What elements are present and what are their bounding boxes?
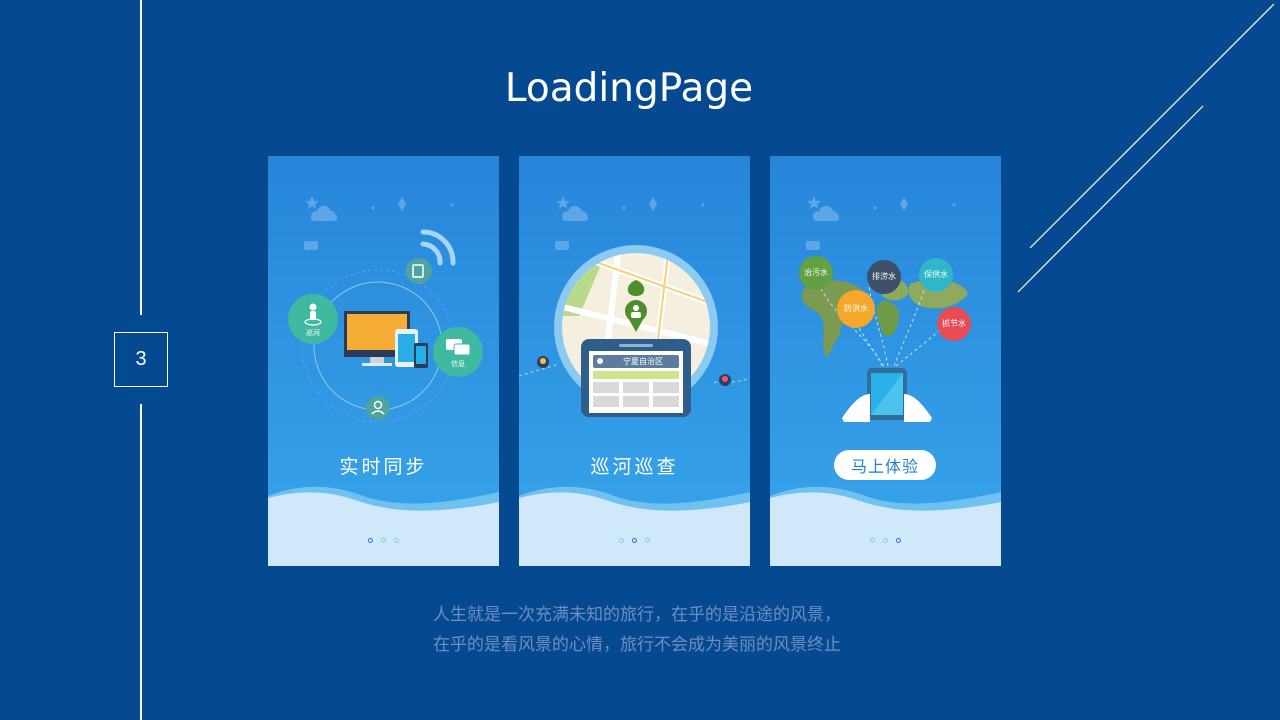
caption-line-2: 在乎的是看风景的心情，旅行不会成为美丽的风景终止 [433, 635, 841, 655]
loading-screen-sync: 巡河 信息 实时同步 [268, 156, 499, 566]
bubble-pailaoshui: 排涝水 [872, 272, 896, 281]
bubble-zhiwushui: 治污水 [804, 268, 828, 277]
screen-label-sync: 实时同步 [339, 456, 428, 478]
water-management-illustration [770, 196, 1001, 566]
bubble-zhuajieshui: 抓节水 [942, 319, 966, 328]
indicator-dot-2[interactable] [632, 538, 637, 543]
loading-screen-start: 治污水 排涝水 保供水 防洪水 抓节水 马上体验 [770, 156, 1001, 566]
indicator-dot-2[interactable] [381, 538, 386, 543]
page-indicator[interactable] [519, 538, 750, 543]
bubble-label-xunhe: 巡河 [306, 329, 320, 337]
indicator-dot-1[interactable] [368, 538, 373, 543]
indicator-dot-1[interactable] [619, 538, 624, 543]
indicator-dot-3[interactable] [645, 538, 650, 543]
page-indicator[interactable] [268, 538, 499, 543]
map-search-text: 宁夏自治区 [623, 357, 663, 366]
loading-screen-patrol: 宁夏自治区 巡河巡查 [519, 156, 750, 566]
indicator-dot-1[interactable] [870, 538, 875, 543]
indicator-dot-3[interactable] [394, 538, 399, 543]
page-indicator[interactable] [770, 538, 1001, 543]
screen-label-patrol: 巡河巡查 [590, 456, 679, 478]
caption-line-1: 人生就是一次充满未知的旅行，在乎的是沿途的风景， [433, 605, 841, 625]
start-experience-button[interactable]: 马上体验 [834, 450, 936, 480]
bubble-baogongshui: 保供水 [924, 270, 948, 279]
bubble-label-xinxi: 信息 [451, 360, 465, 368]
page-title: LoadingPage [504, 66, 754, 111]
bubble-fanghongshui: 防洪水 [844, 304, 868, 313]
indicator-dot-2[interactable] [883, 538, 888, 543]
indicator-dot-3[interactable] [896, 538, 901, 543]
